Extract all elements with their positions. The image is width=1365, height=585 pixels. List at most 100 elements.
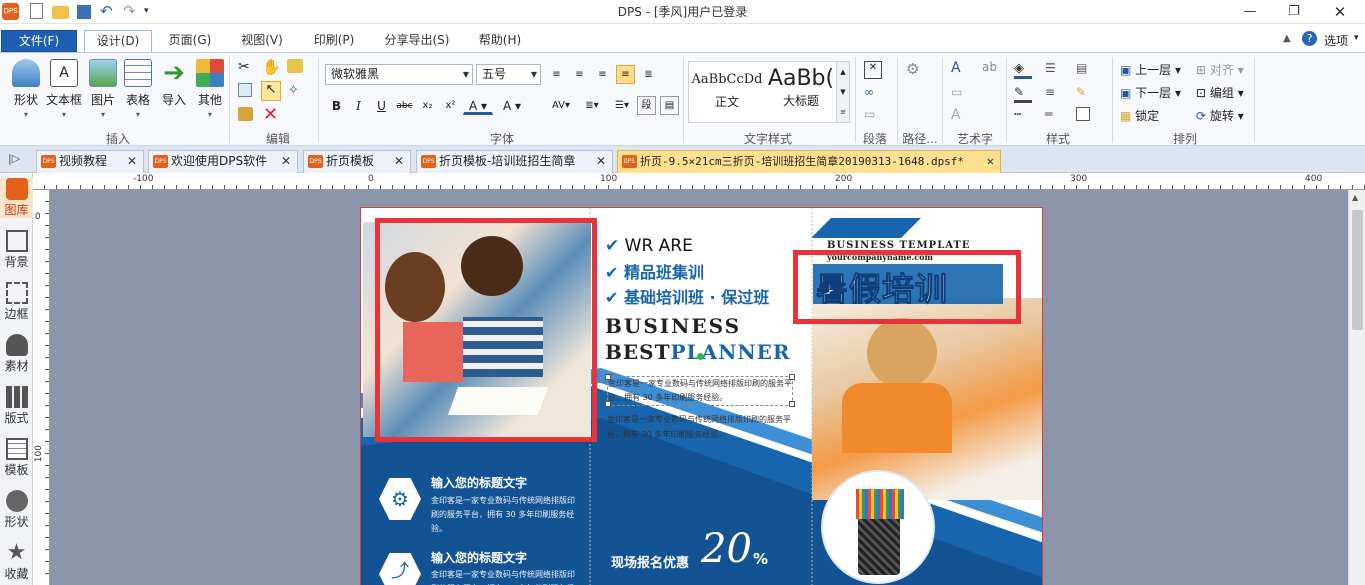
italic-button[interactable]: I (349, 96, 368, 115)
paragraph-settings-button[interactable]: ▤ (660, 96, 679, 115)
line-color-icon[interactable]: ✎ (1014, 85, 1032, 103)
align-right-button[interactable]: ≡ (593, 65, 612, 84)
path-gear-icon[interactable]: ⚙ (906, 60, 924, 78)
doc-tab-active[interactable]: DPS 折页-9.5×21cm三折页-培训班招生简章20190313-1648.d… (617, 150, 1001, 173)
close-button[interactable]: ✕ (1318, 0, 1362, 24)
sidebar-item-templates[interactable]: 模板 (0, 438, 33, 478)
copy-icon[interactable] (238, 83, 252, 97)
maximize-button[interactable]: ❐ (1272, 0, 1316, 24)
superscript-button[interactable]: x² (441, 96, 460, 115)
group-button[interactable]: ⊡ 编组 ▾ (1196, 84, 1244, 101)
picture-tool-icon[interactable] (287, 59, 303, 73)
font-size-adjust-button[interactable]: A ▾ (498, 96, 526, 115)
link-icon[interactable]: ∞ (864, 85, 882, 103)
scrollbar-thumb[interactable] (1352, 210, 1363, 330)
line-weight-icon[interactable]: ┅ (1014, 107, 1032, 125)
style-normal[interactable]: AaBbCcDd 正文 (691, 64, 763, 120)
bring-forward-button[interactable]: ▣ 上一层 ▾ (1120, 61, 1181, 78)
list-button[interactable]: ☰▾ (610, 96, 634, 115)
doc-tab-video[interactable]: DPS 视频教程 ✕ (36, 150, 144, 173)
text-frame-icon[interactable]: ▭ (864, 107, 882, 125)
lock-button[interactable]: ▦ 锁定 (1120, 107, 1159, 124)
rotate-handle[interactable] (697, 353, 704, 360)
resize-handle[interactable] (605, 401, 611, 407)
other-button[interactable]: 其他 ▾ (190, 59, 230, 119)
options-dropdown-icon[interactable]: ▾ (1354, 33, 1359, 43)
tab-help[interactable]: 帮助(H) (470, 30, 530, 52)
tab-print[interactable]: 印刷(P) (304, 30, 364, 52)
resize-handle[interactable] (789, 401, 795, 407)
arrow-style-icon[interactable]: ═ (1045, 107, 1063, 125)
tab-design[interactable]: 设计(D) (84, 30, 152, 52)
minimize-button[interactable]: — (1228, 0, 1272, 24)
sidebar-item-gallery[interactable]: 图库 (0, 178, 33, 218)
art-style-icon[interactable]: ▭ (951, 85, 969, 103)
style-gallery-scroll[interactable]: ▲ ▼ ≡ (836, 61, 850, 123)
help-icon[interactable]: ? (1302, 31, 1317, 46)
font-color-button[interactable]: A ▾ (463, 96, 493, 115)
close-tab-icon[interactable]: ✕ (596, 151, 606, 172)
resize-handle[interactable] (789, 374, 795, 380)
line-spacing-button[interactable]: ≣▾ (578, 96, 606, 115)
sidebar-item-shapes[interactable]: 形状 (0, 490, 33, 530)
import-button[interactable]: ➔ 导入 (154, 59, 194, 108)
font-size-select[interactable]: 五号 ▼ (476, 64, 541, 85)
expand-panel-icon[interactable]: |▷ (8, 152, 20, 165)
tab-file[interactable]: 文件(F) (1, 30, 77, 52)
subscript-button[interactable]: x₂ (418, 96, 437, 115)
format-brush-icon[interactable]: ✎ (1076, 85, 1094, 103)
close-tab-icon[interactable]: ✕ (987, 151, 994, 172)
wrap-text-icon[interactable]: ✕ (864, 61, 882, 79)
paragraph-button[interactable]: 段 (637, 96, 656, 115)
textbox-button[interactable]: A 文本框 ▾ (44, 59, 84, 119)
magic-wand-icon[interactable]: ✧ (288, 83, 306, 101)
align-center-button[interactable]: ≡ (570, 65, 589, 84)
picture-button[interactable]: 图片 ▾ (83, 59, 123, 119)
underline-button[interactable]: U (372, 96, 391, 115)
distribute-button[interactable]: ≣ (639, 65, 658, 84)
text-direction-button[interactable]: AV▾ (547, 96, 575, 115)
dash-style-icon[interactable]: ≡ (1045, 85, 1063, 103)
doc-tab-template-training[interactable]: DPS 折页模板-培训班招生简章 ✕ (416, 150, 613, 173)
sidebar-item-border[interactable]: 边框 (0, 282, 33, 322)
tab-share-export[interactable]: 分享导出(S) (376, 30, 458, 52)
line-style-icon[interactable]: ☰ (1045, 61, 1063, 79)
tab-page[interactable]: 页面(G) (160, 30, 220, 52)
brochure-page[interactable]: ✔ WR ARE ✔ 精品班集训 ✔ 基础培训班 · 保过班 BUSINESS … (360, 207, 1043, 585)
resize-handle[interactable] (605, 374, 611, 380)
cut-icon[interactable]: ✂ (238, 59, 256, 77)
select-pointer-icon[interactable]: ↖ (261, 81, 281, 101)
style-title[interactable]: AaBb( 大标题 (765, 64, 837, 120)
sidebar-item-materials[interactable]: 素材 (0, 334, 33, 374)
doc-tab-template[interactable]: DPS 折页模板 ✕ (303, 150, 411, 173)
shadow-icon[interactable]: ▤ (1076, 61, 1094, 79)
align-left-button[interactable]: ≡ (547, 65, 566, 84)
strikethrough-button[interactable]: abc (395, 96, 414, 115)
scroll-up-icon[interactable]: ▲ (1352, 193, 1358, 202)
tab-view[interactable]: 视图(V) (232, 30, 292, 52)
collapse-ribbon-icon[interactable]: ▲ (1283, 33, 1291, 44)
table-button[interactable]: 表格 ▾ (118, 59, 158, 119)
doc-tab-welcome[interactable]: DPS 欢迎使用DPS软件 ✕ (148, 150, 298, 173)
sidebar-item-layout[interactable]: 版式 (0, 386, 33, 426)
delete-icon[interactable]: ✕ (263, 104, 281, 125)
sidebar-item-favorites[interactable]: ★ 收藏 (0, 542, 33, 582)
close-tab-icon[interactable]: ✕ (127, 151, 137, 172)
vertical-scrollbar[interactable]: ▲ (1348, 190, 1365, 585)
art-text-icon[interactable]: A (951, 60, 969, 78)
justify-button[interactable]: ≡ (616, 65, 635, 84)
fill-color-icon[interactable]: ◈ (1014, 61, 1032, 79)
art-effect-icon[interactable]: A (951, 107, 969, 125)
sidebar-item-background[interactable]: 背景 (0, 230, 33, 270)
options-button[interactable]: 选项 (1324, 32, 1348, 49)
canvas-area[interactable]: ✔ WR ARE ✔ 精品班集训 ✔ 基础培训班 · 保过班 BUSINESS … (50, 190, 1348, 585)
align-button[interactable]: ⊞ 对齐 ▾ (1196, 61, 1244, 78)
paragraph-textbox-selected[interactable]: 金印客是一家专业数码与传统网络排版印刷的服务平台，拥有 30 多年印刷服务经验。 (607, 376, 793, 406)
hand-icon[interactable]: ✋ (262, 58, 281, 76)
paste-icon[interactable] (238, 107, 253, 121)
close-tab-icon[interactable]: ✕ (394, 151, 404, 172)
border-icon[interactable] (1076, 107, 1090, 121)
vertical-text-icon[interactable]: ab (982, 60, 1000, 78)
send-backward-button[interactable]: ▣ 下一层 ▾ (1120, 84, 1181, 101)
rotate-button[interactable]: ⟳ 旋转 ▾ (1196, 107, 1244, 124)
